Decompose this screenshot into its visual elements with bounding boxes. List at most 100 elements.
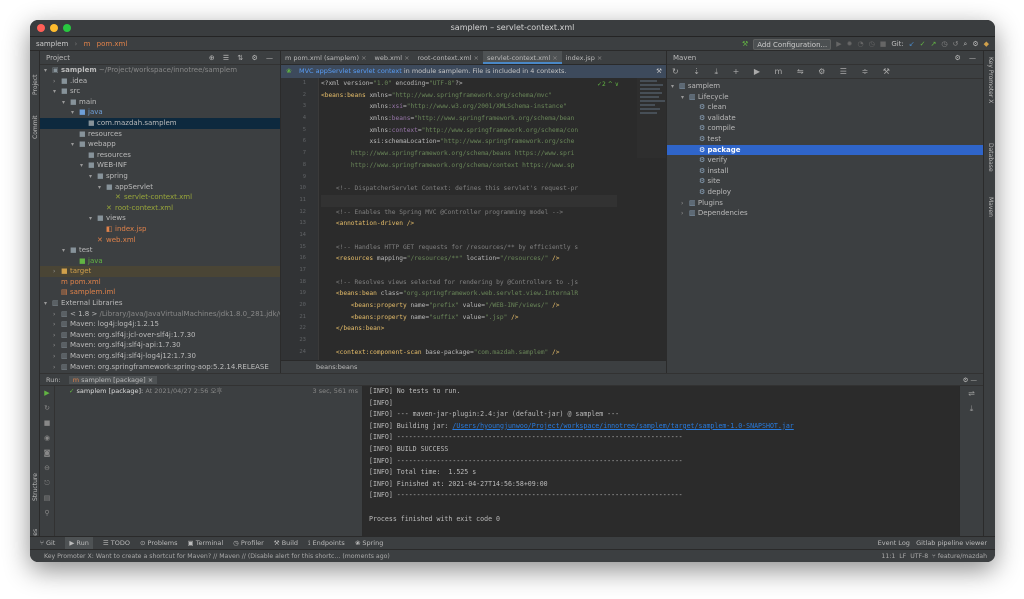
- project-tree-row[interactable]: ▾ ■ views: [40, 213, 280, 224]
- maven-tree-row[interactable]: › ▥ Plugins: [667, 198, 983, 209]
- profile-icon[interactable]: ◷: [869, 37, 875, 51]
- maven-tree-row[interactable]: ⚙ site: [667, 176, 983, 187]
- code-area[interactable]: <?xml version="1.0" encoding="UTF-8"?> <b…: [321, 78, 617, 360]
- code-line[interactable]: <resources mapping="/resources/**" locat…: [321, 253, 617, 265]
- code-line[interactable]: <!-- Resolves views selected for renderi…: [321, 277, 617, 289]
- project-tree-row[interactable]: ▾ ■ src: [40, 86, 280, 97]
- project-tool-tab[interactable]: Project: [32, 74, 39, 95]
- hammer-icon[interactable]: ⚒: [742, 37, 748, 51]
- project-tree-row[interactable]: ■ resources: [40, 129, 280, 140]
- scroll-to-end-icon[interactable]: ⤓: [960, 401, 983, 416]
- nav-file[interactable]: pom.xml: [97, 40, 128, 48]
- maven-tree-row[interactable]: ⚙ test: [667, 134, 983, 145]
- close-tab-icon[interactable]: ×: [359, 54, 366, 62]
- project-tree-row[interactable]: ▾ ■ webapp: [40, 139, 280, 150]
- code-line[interactable]: <?xml version="1.0" encoding="UTF-8"?>: [321, 78, 617, 90]
- code-line[interactable]: <beans:property name="prefix" value="/WE…: [321, 300, 617, 312]
- debug-icon[interactable]: ✹: [847, 37, 853, 51]
- layout-icon[interactable]: ▤: [40, 491, 54, 506]
- status-message[interactable]: Key Promoter X: Want to create a shortcu…: [44, 553, 390, 560]
- expand-arrow-icon[interactable]: ▾: [89, 172, 97, 182]
- structure-tool-tab[interactable]: Structure: [32, 473, 39, 501]
- stop-run-icon[interactable]: ■: [40, 416, 54, 431]
- maven-tree-row[interactable]: ▾ ▥ samplem: [667, 81, 983, 92]
- editor-tab[interactable]: root-context.xml ×: [414, 51, 483, 64]
- expand-arrow-icon[interactable]: ▾: [681, 93, 689, 104]
- close-tab-icon[interactable]: ×: [595, 54, 602, 62]
- expand-arrow-icon[interactable]: ›: [53, 363, 61, 373]
- maven-tool-tab[interactable]: Maven: [987, 197, 994, 217]
- pin-icon[interactable]: ⚲: [40, 506, 54, 521]
- coverage-icon[interactable]: ◔: [857, 37, 863, 51]
- project-tree-row[interactable]: ■ com.mazdah.samplem: [40, 117, 280, 129]
- editor-tab[interactable]: m pom.xml (samplem) ×: [281, 51, 371, 64]
- console-output[interactable]: [INFO] No tests to run. [INFO] [INFO] --- …: [363, 386, 959, 537]
- expand-arrow-icon[interactable]: ›: [53, 310, 61, 320]
- expand-arrow-icon[interactable]: ›: [53, 77, 61, 87]
- code-line[interactable]: <beans:bean class="org.springframework.w…: [321, 288, 617, 300]
- project-tree-row[interactable]: m pom.xml: [40, 277, 280, 288]
- code-minimap[interactable]: [637, 78, 666, 158]
- expand-arrow-icon[interactable]: ▾: [62, 246, 70, 256]
- project-tree-row[interactable]: ✕ servlet-context.xml: [40, 192, 280, 203]
- stop-icon[interactable]: ■: [880, 37, 887, 51]
- maven-tree-row[interactable]: ⚙ clean: [667, 102, 983, 113]
- code-line[interactable]: xmlns:beans="http://www.springframework.…: [321, 113, 617, 125]
- expand-arrow-icon[interactable]: ▾: [671, 82, 679, 93]
- expand-arrow-icon[interactable]: ▾: [80, 161, 88, 171]
- close-tab-icon[interactable]: ×: [471, 54, 479, 62]
- maven-tree-row[interactable]: ⚙ package: [667, 144, 983, 156]
- code-line[interactable]: <beans:property name="suffix" value=".js…: [321, 312, 617, 324]
- expand-arrow-icon[interactable]: ▾: [44, 299, 52, 309]
- project-tree-row[interactable]: ▾ ■ appServlet: [40, 182, 280, 193]
- maven-tree-row[interactable]: ⚙ deploy: [667, 187, 983, 198]
- project-tree-row[interactable]: ■ java: [40, 256, 280, 267]
- editor-tab[interactable]: index.jsp ×: [562, 51, 607, 64]
- maven-tree-row[interactable]: ▾ ▥ Lifecycle: [667, 92, 983, 103]
- git-rollback-icon[interactable]: ↺: [953, 37, 959, 51]
- editor-tab[interactable]: web.xml ×: [371, 51, 414, 64]
- key-promoter-tool-tab[interactable]: Key Promoter X: [987, 57, 994, 103]
- project-tree-row[interactable]: ✕ web.xml: [40, 235, 280, 246]
- maven-toolbar[interactable]: ↻ ⇣ ⤓ + ▶ m ⇋ ⚙ ☰ ≑ ⚒: [667, 65, 983, 79]
- git-history-icon[interactable]: ◷: [941, 37, 947, 51]
- project-tree-row[interactable]: › ▥ Maven: org.slf4j:jcl-over-slf4j:1.7.30: [40, 330, 280, 341]
- project-tree-row[interactable]: › ▥ < 1.8 > /Library/Java/JavaVirtualMachi…: [40, 309, 280, 320]
- expand-arrow-icon[interactable]: ›: [53, 341, 61, 351]
- jar-path-link[interactable]: /Users/hyoungjunwoo/Project/workspace/in…: [452, 422, 793, 430]
- project-tree-row[interactable]: ✕ root-context.xml: [40, 203, 280, 214]
- code-line[interactable]: <context:component-scan base-package="co…: [321, 347, 617, 359]
- camera-icon[interactable]: ◙: [40, 446, 54, 461]
- code-line[interactable]: xsi:schemaLocation="http://www.springfra…: [321, 136, 617, 148]
- expand-arrow-icon[interactable]: ▾: [62, 98, 70, 108]
- gitlab-pipeline-button[interactable]: Gitlab pipeline viewer: [916, 539, 987, 547]
- code-line[interactable]: http://www.springframework.org/schema/be…: [321, 148, 617, 160]
- project-panel-tools[interactable]: ⊕ ☰ ⇅ ⚙ —: [209, 51, 276, 65]
- git-branch[interactable]: feature/mazdah: [938, 553, 987, 560]
- project-tree-row[interactable]: › ▥ Maven: org.springframework:spring-aop:…: [40, 362, 280, 373]
- xml-breadcrumb[interactable]: beans:beans: [281, 360, 666, 373]
- project-tree-row[interactable]: › ▥ Maven: log4j:log4j:1.2.15: [40, 319, 280, 330]
- code-line[interactable]: <annotation-driven />: [321, 218, 617, 230]
- project-tree-row[interactable]: ▾ ■ spring: [40, 171, 280, 182]
- code-line[interactable]: [321, 194, 617, 207]
- close-tab-icon[interactable]: ×: [550, 54, 557, 62]
- banner-context-link[interactable]: MVC appServlet servlet context: [299, 67, 402, 75]
- file-encoding[interactable]: UTF-8: [910, 553, 928, 560]
- project-tree-row[interactable]: › ▥ Maven: org.slf4j:slf4j-api:1.7.30: [40, 340, 280, 351]
- caret-position[interactable]: 11:1: [881, 553, 895, 560]
- project-tree-row[interactable]: › ■ .idea: [40, 76, 280, 87]
- project-tree-row[interactable]: › ■ target: [40, 266, 280, 277]
- code-line[interactable]: [321, 230, 617, 242]
- git-update-icon[interactable]: ↙: [909, 37, 915, 51]
- project-tree-row[interactable]: ■ resources: [40, 150, 280, 161]
- settings-gear-icon[interactable]: ⚙: [972, 37, 978, 51]
- code-line[interactable]: <!-- DispatcherServlet Context: defines …: [321, 183, 617, 195]
- expand-arrow-icon[interactable]: ›: [53, 352, 61, 362]
- maven-tree-row[interactable]: ⚙ install: [667, 166, 983, 177]
- expand-arrow-icon[interactable]: ▾: [98, 183, 106, 193]
- add-configuration-button[interactable]: Add Configuration...: [753, 39, 832, 50]
- project-tree-row[interactable]: › ▥ Maven: org.slf4j:slf4j-log4j12:1.7.30: [40, 351, 280, 362]
- toggle-view-icon[interactable]: ◉: [40, 431, 54, 446]
- code-line[interactable]: xmlns:xsi="http://www.w3.org/2001/XMLSch…: [321, 101, 617, 113]
